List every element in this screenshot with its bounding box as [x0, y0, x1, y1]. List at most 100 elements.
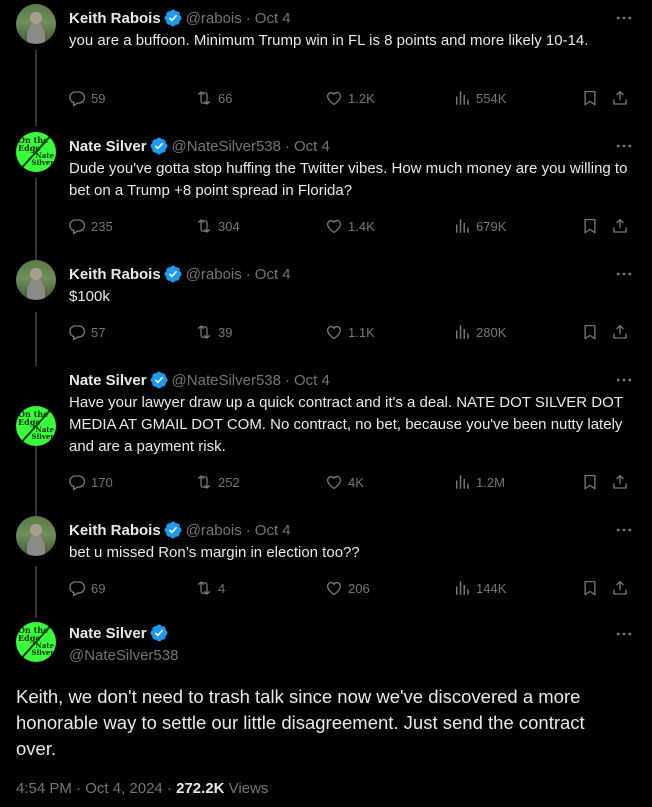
analytics-icon — [453, 323, 471, 341]
bookmark-button[interactable] — [581, 578, 599, 598]
avatar[interactable] — [16, 260, 56, 300]
more-options-icon[interactable] — [614, 370, 634, 390]
tweet-time[interactable]: 4:54 PM — [16, 780, 72, 797]
repost-button[interactable]: 39 — [195, 322, 232, 342]
repost-icon — [195, 473, 213, 491]
thread-line — [35, 566, 37, 618]
like-button[interactable]: 1.2K — [325, 88, 375, 108]
tweet-actions: 170 252 4K 1.2M — [68, 472, 634, 492]
avatar[interactable] — [16, 4, 56, 44]
bookmark-icon — [581, 473, 599, 491]
author-handle[interactable]: @NateSilver538 — [172, 138, 281, 155]
author-handle[interactable]: @NateSilver538 — [172, 372, 281, 389]
reply-button[interactable]: 57 — [68, 322, 105, 342]
tweet-date[interactable]: Oct 4 — [255, 10, 291, 27]
separator: · — [245, 265, 251, 283]
author-name[interactable]: Keith Rabois — [69, 10, 161, 27]
author-handle[interactable]: @rabois — [186, 266, 242, 283]
like-button[interactable]: 206 — [325, 578, 370, 598]
views-button[interactable]: 144K — [453, 578, 506, 598]
reply-button[interactable]: 59 — [68, 88, 105, 108]
tweet-header: Nate Silver @NateSilver538 · Oct 4 — [69, 136, 634, 156]
tweet-text: bet u missed Ron’s margin in election to… — [69, 544, 360, 561]
share-button[interactable] — [611, 216, 629, 236]
repost-button[interactable]: 66 — [195, 88, 232, 108]
reply-button[interactable]: 69 — [68, 578, 105, 598]
views-button[interactable]: 679K — [453, 216, 506, 236]
author-name[interactable]: Keith Rabois — [69, 522, 161, 539]
more-options-icon[interactable] — [614, 264, 634, 284]
tweet-date[interactable]: Oct 4 — [255, 266, 291, 283]
like-button[interactable]: 1.4K — [325, 216, 375, 236]
author-handle[interactable]: @rabois — [186, 10, 242, 27]
tweet-text: you are a buffoon. Minimum Trump win in … — [69, 32, 589, 49]
separator: · — [285, 137, 290, 155]
tweet-date[interactable]: Oct 4 — [294, 138, 330, 155]
reply-count: 57 — [91, 324, 106, 340]
heart-icon — [325, 217, 343, 235]
tweet-text: $100k — [69, 288, 110, 305]
tweet-actions: 235 304 1.4K 679K — [68, 216, 634, 236]
repost-icon — [195, 323, 213, 341]
author-name[interactable]: Keith Rabois — [69, 266, 161, 283]
verified-badge-icon — [150, 624, 168, 642]
avatar[interactable]: On the Edge Nate Silver — [16, 622, 56, 662]
bookmark-button[interactable] — [581, 472, 599, 492]
author-name-label: Nate Silver — [69, 624, 147, 642]
verified-badge-icon — [164, 521, 182, 539]
bookmark-button[interactable] — [581, 88, 599, 108]
like-button[interactable]: 1.1K — [325, 322, 375, 342]
avatar[interactable]: On the Edge Nate Silver — [16, 132, 56, 172]
share-icon — [611, 89, 629, 107]
view-count: 1.2M — [476, 474, 505, 490]
avatar[interactable] — [16, 516, 56, 556]
tweet-date[interactable]: Oct 4 — [255, 522, 291, 539]
tweet-text: Have your lawyer draw up a quick contrac… — [69, 394, 623, 455]
bookmark-icon — [581, 217, 599, 235]
share-icon — [611, 579, 629, 597]
views-button[interactable]: 554K — [453, 88, 506, 108]
avatar-text: Nate Silver — [31, 151, 54, 167]
tweet-date[interactable]: Oct 4 — [294, 372, 330, 389]
author-name[interactable]: Nate Silver — [69, 138, 147, 155]
more-options-icon[interactable] — [614, 520, 634, 540]
verified-badge-icon — [150, 371, 168, 389]
verified-badge-icon — [150, 137, 168, 155]
reply-button[interactable]: 235 — [68, 216, 113, 236]
share-button[interactable] — [611, 578, 629, 598]
like-count: 1.1K — [348, 324, 375, 340]
reply-button[interactable]: 170 — [68, 472, 113, 492]
view-count: 280K — [476, 324, 507, 340]
share-button[interactable] — [611, 472, 629, 492]
separator: · — [245, 521, 251, 539]
author-handle[interactable]: @NateSilver538 — [69, 647, 178, 664]
more-options-icon[interactable] — [614, 136, 634, 156]
author-name[interactable]: Nate Silver — [69, 624, 172, 642]
repost-button[interactable]: 304 — [195, 216, 240, 236]
like-button[interactable]: 4K — [325, 472, 364, 492]
repost-count: 4 — [218, 580, 226, 596]
avatar[interactable]: On the Edge Nate Silver — [16, 406, 56, 446]
repost-button[interactable]: 4 — [195, 578, 225, 598]
view-count: 554K — [476, 90, 507, 106]
views-button[interactable]: 1.2M — [453, 472, 505, 492]
views-button[interactable]: 280K — [453, 322, 506, 342]
more-options-icon[interactable] — [614, 8, 634, 28]
bookmark-button[interactable] — [581, 216, 599, 236]
author-handle[interactable]: @rabois — [186, 522, 242, 539]
tweet-date[interactable]: Oct 4, 2024 — [85, 780, 163, 797]
views-count: 272.2K — [176, 780, 225, 797]
share-button[interactable] — [611, 88, 629, 108]
reply-icon — [68, 89, 86, 107]
heart-icon — [325, 473, 343, 491]
reply-count: 170 — [91, 474, 113, 490]
bookmark-button[interactable] — [581, 322, 599, 342]
reply-count: 59 — [91, 90, 106, 106]
share-icon — [611, 473, 629, 491]
share-button[interactable] — [611, 322, 629, 342]
more-options-icon[interactable] — [614, 624, 634, 644]
author-name[interactable]: Nate Silver — [69, 372, 147, 389]
like-count: 206 — [348, 580, 370, 596]
avatar-text: Nate Silver — [31, 425, 54, 441]
repost-button[interactable]: 252 — [195, 472, 240, 492]
